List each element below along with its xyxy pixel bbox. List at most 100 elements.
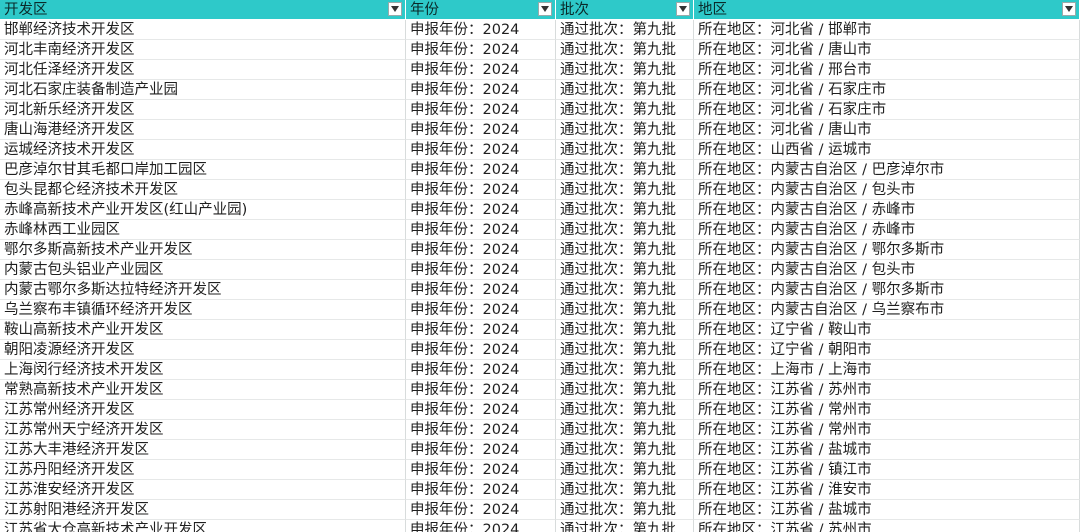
region-cell[interactable]: 所在地区：江苏省 / 常州市 [694,400,1080,420]
year-cell[interactable]: 申报年份：2024 [406,260,556,280]
batch-cell[interactable]: 通过批次：第九批 [556,440,694,460]
zone-cell[interactable]: 巴彦淖尔甘其毛都口岸加工园区 [0,160,406,180]
year-cell[interactable]: 申报年份：2024 [406,160,556,180]
batch-cell[interactable]: 通过批次：第九批 [556,280,694,300]
year-cell[interactable]: 申报年份：2024 [406,220,556,240]
region-cell[interactable]: 所在地区：河北省 / 唐山市 [694,40,1080,60]
year-cell[interactable]: 申报年份：2024 [406,60,556,80]
zone-cell[interactable]: 河北石家庄装备制造产业园 [0,80,406,100]
region-cell[interactable]: 所在地区：辽宁省 / 鞍山市 [694,320,1080,340]
filter-dropdown-icon[interactable] [538,2,552,16]
region-cell[interactable]: 所在地区：内蒙古自治区 / 赤峰市 [694,220,1080,240]
zone-cell[interactable]: 鄂尔多斯高新技术产业开发区 [0,240,406,260]
year-cell[interactable]: 申报年份：2024 [406,40,556,60]
region-cell[interactable]: 所在地区：河北省 / 唐山市 [694,120,1080,140]
zone-cell[interactable]: 朝阳凌源经济开发区 [0,340,406,360]
batch-cell[interactable]: 通过批次：第九批 [556,160,694,180]
year-cell[interactable]: 申报年份：2024 [406,460,556,480]
zone-cell[interactable]: 唐山海港经济开发区 [0,120,406,140]
region-cell[interactable]: 所在地区：江苏省 / 盐城市 [694,440,1080,460]
header-cell-region[interactable]: 地区 [694,0,1080,20]
year-cell[interactable]: 申报年份：2024 [406,340,556,360]
year-cell[interactable]: 申报年份：2024 [406,240,556,260]
year-cell[interactable]: 申报年份：2024 [406,100,556,120]
batch-cell[interactable]: 通过批次：第九批 [556,400,694,420]
year-cell[interactable]: 申报年份：2024 [406,200,556,220]
region-cell[interactable]: 所在地区：江苏省 / 淮安市 [694,480,1080,500]
zone-cell[interactable]: 江苏常州天宁经济开发区 [0,420,406,440]
year-cell[interactable]: 申报年份：2024 [406,440,556,460]
batch-cell[interactable]: 通过批次：第九批 [556,40,694,60]
zone-cell[interactable]: 乌兰察布丰镇循环经济开发区 [0,300,406,320]
zone-cell[interactable]: 江苏省大仓高新技术产业开发区 [0,520,406,532]
zone-cell[interactable]: 江苏大丰港经济开发区 [0,440,406,460]
region-cell[interactable]: 所在地区：山西省 / 运城市 [694,140,1080,160]
zone-cell[interactable]: 内蒙古包头铝业产业园区 [0,260,406,280]
region-cell[interactable]: 所在地区：河北省 / 石家庄市 [694,100,1080,120]
region-cell[interactable]: 所在地区：河北省 / 石家庄市 [694,80,1080,100]
region-cell[interactable]: 所在地区：上海市 / 上海市 [694,360,1080,380]
region-cell[interactable]: 所在地区：江苏省 / 镇江市 [694,460,1080,480]
zone-cell[interactable]: 内蒙古鄂尔多斯达拉特经济开发区 [0,280,406,300]
year-cell[interactable]: 申报年份：2024 [406,80,556,100]
batch-cell[interactable]: 通过批次：第九批 [556,480,694,500]
region-cell[interactable]: 所在地区：内蒙古自治区 / 鄂尔多斯市 [694,280,1080,300]
zone-cell[interactable]: 赤峰林西工业园区 [0,220,406,240]
region-cell[interactable]: 所在地区：内蒙古自治区 / 鄂尔多斯市 [694,240,1080,260]
batch-cell[interactable]: 通过批次：第九批 [556,500,694,520]
zone-cell[interactable]: 江苏射阳港经济开发区 [0,500,406,520]
zone-cell[interactable]: 包头昆都仑经济技术开发区 [0,180,406,200]
year-cell[interactable]: 申报年份：2024 [406,420,556,440]
region-cell[interactable]: 所在地区：江苏省 / 苏州市 [694,520,1080,532]
zone-cell[interactable]: 河北任泽经济开发区 [0,60,406,80]
batch-cell[interactable]: 通过批次：第九批 [556,340,694,360]
batch-cell[interactable]: 通过批次：第九批 [556,20,694,40]
zone-cell[interactable]: 江苏常州经济开发区 [0,400,406,420]
batch-cell[interactable]: 通过批次：第九批 [556,420,694,440]
zone-cell[interactable]: 赤峰高新技术产业开发区(红山产业园) [0,200,406,220]
region-cell[interactable]: 所在地区：河北省 / 邯郸市 [694,20,1080,40]
zone-cell[interactable]: 河北新乐经济开发区 [0,100,406,120]
batch-cell[interactable]: 通过批次：第九批 [556,140,694,160]
batch-cell[interactable]: 通过批次：第九批 [556,220,694,240]
zone-cell[interactable]: 上海闵行经济技术开发区 [0,360,406,380]
year-cell[interactable]: 申报年份：2024 [406,400,556,420]
year-cell[interactable]: 申报年份：2024 [406,480,556,500]
year-cell[interactable]: 申报年份：2024 [406,300,556,320]
region-cell[interactable]: 所在地区：江苏省 / 苏州市 [694,380,1080,400]
batch-cell[interactable]: 通过批次：第九批 [556,100,694,120]
filter-dropdown-icon[interactable] [388,2,402,16]
filter-dropdown-icon[interactable] [1062,2,1076,16]
zone-cell[interactable]: 常熟高新技术产业开发区 [0,380,406,400]
region-cell[interactable]: 所在地区：内蒙古自治区 / 包头市 [694,260,1080,280]
batch-cell[interactable]: 通过批次：第九批 [556,300,694,320]
region-cell[interactable]: 所在地区：辽宁省 / 朝阳市 [694,340,1080,360]
zone-cell[interactable]: 江苏丹阳经济开发区 [0,460,406,480]
region-cell[interactable]: 所在地区：内蒙古自治区 / 赤峰市 [694,200,1080,220]
batch-cell[interactable]: 通过批次：第九批 [556,320,694,340]
region-cell[interactable]: 所在地区：江苏省 / 盐城市 [694,500,1080,520]
batch-cell[interactable]: 通过批次：第九批 [556,520,694,532]
region-cell[interactable]: 所在地区：内蒙古自治区 / 乌兰察布市 [694,300,1080,320]
zone-cell[interactable]: 江苏淮安经济开发区 [0,480,406,500]
region-cell[interactable]: 所在地区：江苏省 / 常州市 [694,420,1080,440]
region-cell[interactable]: 所在地区：河北省 / 邢台市 [694,60,1080,80]
batch-cell[interactable]: 通过批次：第九批 [556,120,694,140]
batch-cell[interactable]: 通过批次：第九批 [556,460,694,480]
year-cell[interactable]: 申报年份：2024 [406,20,556,40]
header-cell-year[interactable]: 年份 [406,0,556,20]
header-cell-batch[interactable]: 批次 [556,0,694,20]
year-cell[interactable]: 申报年份：2024 [406,140,556,160]
year-cell[interactable]: 申报年份：2024 [406,520,556,532]
zone-cell[interactable]: 鞍山高新技术产业开发区 [0,320,406,340]
year-cell[interactable]: 申报年份：2024 [406,500,556,520]
header-cell-zone[interactable]: 开发区 [0,0,406,20]
zone-cell[interactable]: 邯郸经济技术开发区 [0,20,406,40]
filter-dropdown-icon[interactable] [676,2,690,16]
batch-cell[interactable]: 通过批次：第九批 [556,200,694,220]
year-cell[interactable]: 申报年份：2024 [406,360,556,380]
year-cell[interactable]: 申报年份：2024 [406,180,556,200]
zone-cell[interactable]: 河北丰南经济开发区 [0,40,406,60]
batch-cell[interactable]: 通过批次：第九批 [556,240,694,260]
region-cell[interactable]: 所在地区：内蒙古自治区 / 巴彦淖尔市 [694,160,1080,180]
